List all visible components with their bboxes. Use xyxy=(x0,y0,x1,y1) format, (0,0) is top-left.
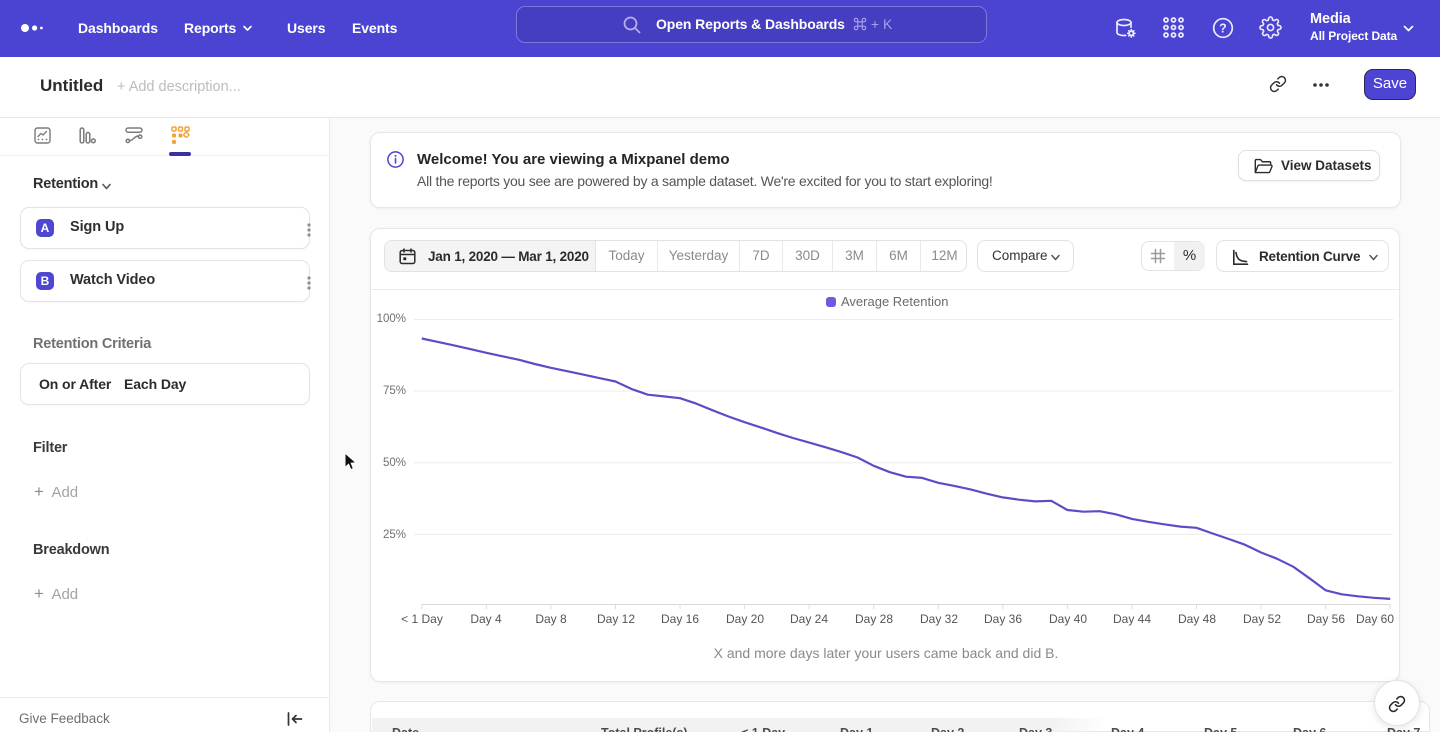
svg-text:?: ? xyxy=(1219,22,1227,36)
